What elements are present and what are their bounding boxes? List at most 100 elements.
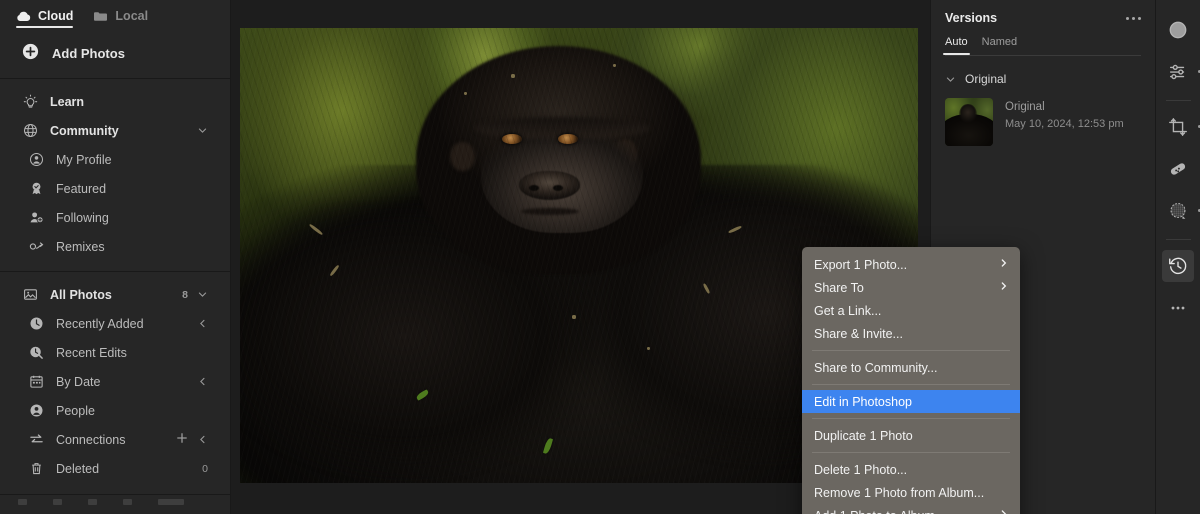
rail-separator-2 [1165, 239, 1191, 240]
sidebar-item-community[interactable]: Community [0, 116, 230, 145]
primary-nav-group: Learn Community My Profile Featured Foll… [0, 79, 230, 271]
masking-icon[interactable] [1162, 195, 1200, 227]
cloud-icon [16, 11, 31, 22]
globe-icon [22, 123, 38, 139]
remix-icon [28, 239, 44, 255]
footer-glyph-5 [158, 499, 184, 505]
crop-icon[interactable] [1162, 111, 1200, 143]
connections-icon [28, 432, 44, 448]
chevron-left-icon[interactable] [197, 318, 208, 329]
healing-brush-icon[interactable] [1162, 153, 1194, 185]
chevron-left-icon[interactable] [197, 434, 208, 445]
photos-icon [22, 287, 38, 303]
library-nav-group: All Photos 8 Recently Added Recent Edits… [0, 272, 230, 493]
version-thumbnail[interactable] [945, 98, 993, 146]
person-icon [28, 403, 44, 419]
menu-item-duplicate-label: Duplicate 1 Photo [814, 428, 913, 443]
add-photos-button[interactable]: Add Photos [0, 28, 230, 78]
calendar-icon [28, 374, 44, 390]
menu-item-edit-in-photoshop[interactable]: Edit in Photoshop [802, 390, 1020, 413]
chevron-down-icon[interactable] [197, 125, 208, 136]
tab-local[interactable]: Local [93, 9, 148, 28]
menu-item-export[interactable]: Export 1 Photo... [802, 253, 1020, 276]
sidebar-item-connections-label: Connections [56, 432, 126, 447]
sidebar-item-deleted[interactable]: Deleted 0 [0, 454, 230, 483]
sidebar-item-following[interactable]: Following [0, 203, 230, 232]
sidebar-item-all-photos[interactable]: All Photos 8 [0, 280, 230, 309]
menu-item-export-label: Export 1 Photo... [814, 257, 908, 272]
sidebar-item-connections[interactable]: Connections [0, 425, 230, 454]
sidebar-footer-row [0, 495, 230, 505]
menu-item-add-to-album-label: Add 1 Photo to Album [814, 509, 935, 514]
user-plus-icon [28, 210, 44, 226]
versions-group-label: Original [965, 72, 1007, 86]
lightbulb-icon [22, 94, 38, 110]
tab-auto[interactable]: Auto [943, 36, 970, 55]
user-circle-icon [28, 152, 44, 168]
source-tabs: Cloud Local [0, 0, 230, 28]
lightroom-window: Cloud Local Add Photos Learn Community M… [0, 0, 1200, 514]
menu-separator-3 [812, 418, 1010, 419]
more-icon[interactable] [1162, 292, 1194, 324]
add-photos-label: Add Photos [52, 45, 125, 61]
sidebar-item-community-label: Community [50, 123, 119, 138]
tool-rail [1155, 0, 1200, 514]
kebab-menu-icon[interactable] [1126, 13, 1141, 24]
context-menu[interactable]: Export 1 Photo... Share To Get a Link...… [802, 247, 1020, 514]
sidebar-item-people-label: People [56, 403, 95, 418]
version-name: Original [1005, 101, 1045, 113]
menu-item-share-to-label: Share To [814, 280, 864, 295]
history-icon[interactable] [1162, 250, 1194, 282]
sidebar-item-recently-added[interactable]: Recently Added [0, 309, 230, 338]
chevron-left-icon[interactable] [197, 376, 208, 387]
sliders-icon[interactable] [1162, 56, 1200, 88]
sidebar-item-following-label: Following [56, 210, 109, 225]
version-row[interactable]: Original May 10, 2024, 12:53 pm [931, 86, 1155, 146]
menu-separator-4 [812, 452, 1010, 453]
sidebar-item-recent-edits[interactable]: Recent Edits [0, 338, 230, 367]
trash-icon [28, 461, 44, 477]
tab-local-label: Local [115, 9, 149, 23]
sidebar-footer [0, 494, 230, 514]
menu-item-share-invite[interactable]: Share & Invite... [802, 322, 1020, 345]
sidebar-item-by-date-label: By Date [56, 374, 101, 389]
footer-glyph-3 [88, 499, 97, 505]
menu-item-delete[interactable]: Delete 1 Photo... [802, 458, 1020, 481]
sidebar-item-my-profile[interactable]: My Profile [0, 145, 230, 174]
menu-item-add-to-album[interactable]: Add 1 Photo to Album [802, 504, 1020, 514]
rail-separator-1 [1165, 100, 1191, 101]
menu-item-share-invite-label: Share & Invite... [814, 326, 903, 341]
deleted-count: 0 [202, 462, 208, 475]
edit-icon[interactable] [1162, 14, 1194, 46]
tab-named[interactable]: Named [982, 36, 1017, 55]
sidebar-item-recently-added-label: Recently Added [56, 316, 144, 331]
footer-glyph-2 [53, 499, 62, 505]
versions-group-original[interactable]: Original [931, 56, 1155, 86]
versions-panel-header: Versions [931, 0, 1155, 25]
menu-item-share-to-community[interactable]: Share to Community... [802, 356, 1020, 379]
edit-clock-icon [28, 345, 44, 361]
version-meta: Original May 10, 2024, 12:53 pm [1005, 98, 1124, 146]
menu-item-share-to-community-label: Share to Community... [814, 360, 938, 375]
sidebar-item-my-profile-label: My Profile [56, 152, 112, 167]
chevron-down-icon[interactable] [197, 289, 208, 300]
menu-item-share-to[interactable]: Share To [802, 276, 1020, 299]
folder-icon [93, 11, 108, 22]
menu-item-get-a-link[interactable]: Get a Link... [802, 299, 1020, 322]
menu-item-get-a-link-label: Get a Link... [814, 303, 882, 318]
plus-circle-icon [22, 43, 39, 63]
menu-item-duplicate[interactable]: Duplicate 1 Photo [802, 424, 1020, 447]
chevron-down-icon[interactable] [945, 74, 956, 85]
sidebar-item-by-date[interactable]: By Date [0, 367, 230, 396]
menu-item-remove-from-album-label: Remove 1 Photo from Album... [814, 485, 985, 500]
footer-glyph-4 [123, 499, 132, 505]
all-photos-count: 8 [182, 288, 188, 301]
add-connection-plus-icon[interactable] [176, 432, 188, 447]
sidebar-item-featured[interactable]: Featured [0, 174, 230, 203]
menu-item-remove-from-album[interactable]: Remove 1 Photo from Album... [802, 481, 1020, 504]
tab-cloud[interactable]: Cloud [16, 9, 74, 28]
sidebar-item-learn[interactable]: Learn [0, 87, 230, 116]
sidebar-item-people[interactable]: People [0, 396, 230, 425]
sidebar-item-remixes[interactable]: Remixes [0, 232, 230, 261]
menu-separator-1 [812, 350, 1010, 351]
